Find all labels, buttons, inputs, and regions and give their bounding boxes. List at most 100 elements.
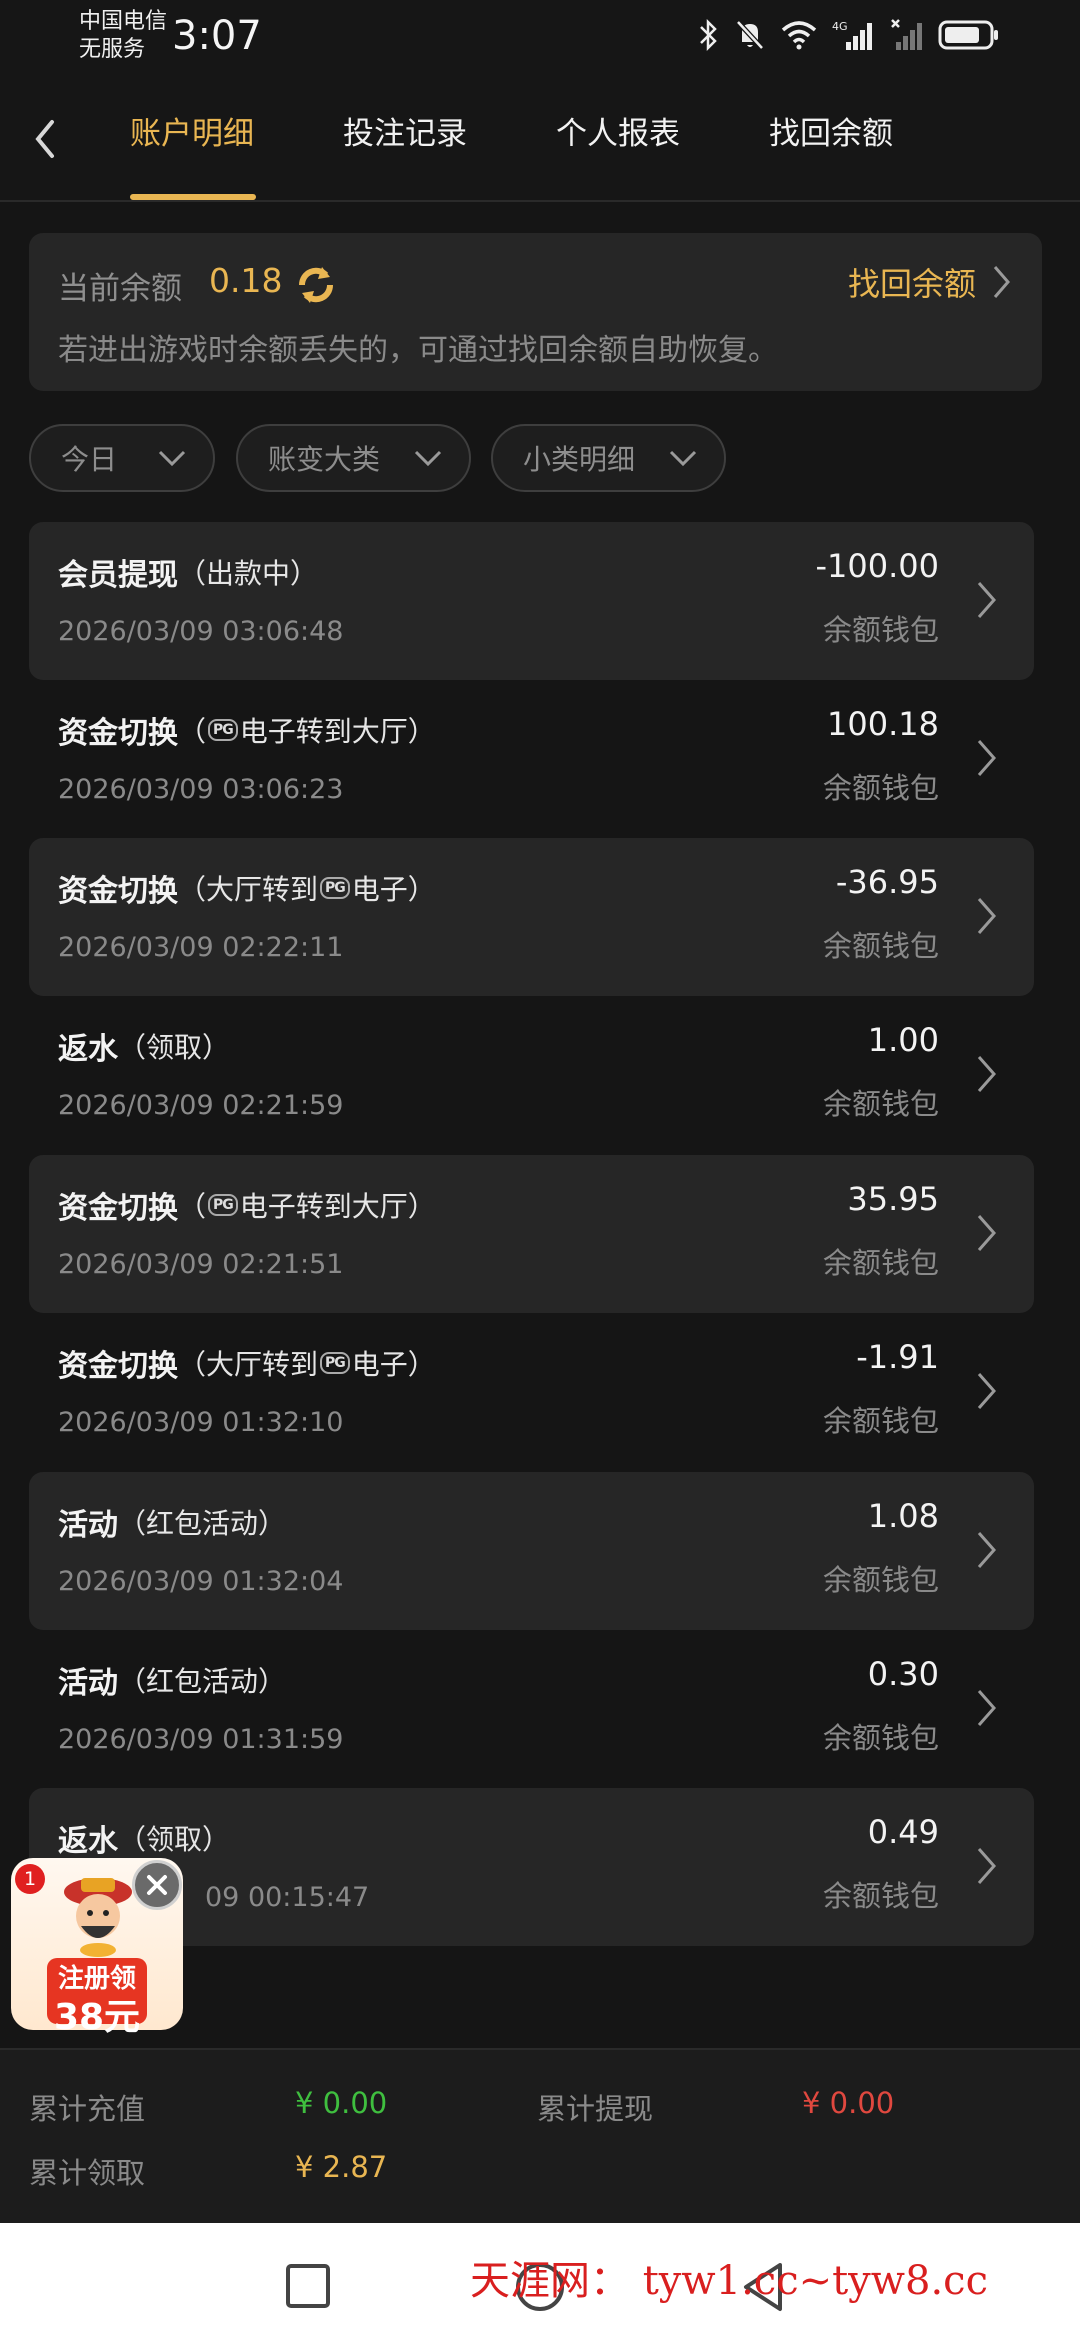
service-status: 无服务 (79, 37, 146, 62)
transaction-type: 资金切换 (58, 1349, 178, 1384)
transaction-title: 资金切换 （大厅转到 PG 电子） (58, 1341, 436, 1385)
transaction-time: 09 00:15:47 (205, 1882, 370, 1913)
subtype-prefix: （ (178, 715, 207, 748)
transaction-type: 资金切换 (58, 1191, 178, 1226)
transaction-row[interactable]: 会员提现 （出款中） 2026/03/09 03:06:48 -100.00 余… (29, 522, 1034, 680)
transaction-time: 2026/03/09 01:32:10 (58, 1407, 344, 1438)
transaction-subtype: （领取） (118, 1823, 231, 1856)
withdraw-total-label: 累计提现 (537, 2092, 654, 2126)
header-tabs: 账户明细 投注记录 个人报表 找回余额 (0, 80, 1080, 202)
claimed-total-label: 累计领取 (29, 2156, 146, 2190)
transaction-wallet: 余额钱包 (822, 613, 939, 647)
transaction-subtype: （PG 电子转到大厅） (178, 710, 436, 750)
tab-personal-report[interactable]: 个人报表 (556, 110, 680, 158)
transaction-subtype: （出款中） (178, 557, 319, 590)
transaction-wallet: 余额钱包 (822, 1404, 939, 1438)
transaction-title: 资金切换 （PG 电子转到大厅） (58, 1183, 436, 1227)
transaction-type: 资金切换 (58, 716, 178, 751)
transaction-row[interactable]: 资金切换 （大厅转到 PG 电子） 2026/03/09 02:22:11 -36.… (29, 838, 1034, 996)
chevron-right-icon (977, 1215, 997, 1251)
transaction-amount: -1.91 (856, 1338, 939, 1376)
transaction-amount: 1.08 (867, 1497, 939, 1535)
transaction-row[interactable]: 资金切换 （PG 电子转到大厅） 2026/03/09 02:21:51 35.9… (29, 1155, 1034, 1313)
recharge-total-value: ¥ 0.00 (295, 2086, 388, 2120)
transaction-row[interactable]: 资金切换 （大厅转到 PG 电子） 2026/03/09 01:32:10 -1.9… (29, 1313, 1034, 1471)
transaction-wallet: 余额钱包 (822, 1246, 939, 1280)
transaction-row[interactable]: 资金切换 （PG 电子转到大厅） 2026/03/09 03:06:23 100.… (29, 680, 1034, 838)
subtype-prefix: （ (178, 1190, 207, 1223)
transaction-type: 活动 (58, 1508, 118, 1543)
transaction-wallet: 余额钱包 (822, 929, 939, 963)
chevron-down-icon (414, 450, 442, 467)
refresh-icon[interactable] (292, 261, 340, 309)
filter-subcategory[interactable]: 小类明细 (491, 424, 726, 492)
active-tab-indicator (130, 194, 256, 200)
recharge-total-label: 累计充值 (29, 2092, 146, 2126)
transaction-wallet: 余额钱包 (822, 771, 939, 805)
balance-value: 0.18 (209, 261, 283, 300)
pg-logo-icon: PG (208, 1194, 238, 1216)
promo-close-button[interactable] (132, 1860, 182, 1910)
chevron-right-icon (977, 1532, 997, 1568)
withdraw-total-value: ¥ 0.00 (802, 2086, 895, 2120)
transaction-time: 2026/03/09 02:21:51 (58, 1249, 344, 1280)
chevron-right-icon (977, 1056, 997, 1092)
watermark: 天涯网： tyw1.cc~tyw8.cc (470, 2258, 988, 2304)
chevron-right-icon (977, 1373, 997, 1409)
transaction-row[interactable]: 活动 （红包活动） 2026/03/09 01:31:59 0.30 余额钱包 (29, 1630, 1034, 1788)
balance-card: 当前余额 0.18 找回余额 若进出游戏时余额丢失的，可通过找回余额自助恢复。 (29, 233, 1042, 391)
recover-balance-link[interactable]: 找回余额 (848, 259, 1012, 305)
chevron-right-icon (977, 740, 997, 776)
balance-label: 当前余额 (58, 271, 182, 307)
subtype-suffix: 电子转到大厅） (239, 715, 436, 748)
filter-date-label: 今日 (61, 443, 118, 476)
transaction-amount: -36.95 (835, 863, 939, 901)
transaction-type: 活动 (58, 1666, 118, 1701)
transaction-title: 活动 （红包活动） (58, 1500, 286, 1544)
transaction-subtype: （红包活动） (118, 1507, 287, 1540)
transaction-row[interactable]: 活动 （红包活动） 2026/03/09 01:32:04 1.08 余额钱包 (29, 1472, 1034, 1630)
transaction-title: 返水 （领取） (58, 1816, 230, 1860)
balance-hint: 若进出游戏时余额丢失的，可通过找回余额自助恢复。 (58, 333, 778, 368)
network-type: 4G (832, 20, 848, 33)
cellular-no-signal-icon (891, 19, 922, 50)
battery-icon (938, 20, 998, 50)
pg-logo-icon: PG (208, 719, 238, 741)
subtype-suffix: 电子转到大厅） (239, 1190, 436, 1223)
back-icon[interactable] (26, 114, 66, 164)
transaction-time: 2026/03/09 02:22:11 (58, 932, 344, 963)
subtype-suffix: 电子） (351, 873, 436, 906)
status-icons: 4G (698, 18, 1000, 52)
chevron-down-icon (669, 450, 697, 467)
pg-logo-icon: PG (320, 1352, 350, 1374)
transaction-type: 返水 (58, 1032, 118, 1067)
transaction-subtype: （大厅转到 PG 电子） (178, 1343, 436, 1383)
notification-badge: 1 (15, 1864, 45, 1894)
transaction-title: 会员提现 （出款中） (58, 550, 318, 594)
mute-bell-icon (736, 20, 764, 50)
carrier-info: 中国电信 无服务 (79, 8, 167, 64)
tab-account-details[interactable]: 账户明细 (130, 110, 254, 158)
filter-category-label: 账变大类 (268, 443, 381, 476)
tab-recover-balance[interactable]: 找回余额 (769, 110, 893, 158)
status-bar: 中国电信 无服务 3:07 4G (0, 0, 1080, 80)
tab-bet-records[interactable]: 投注记录 (343, 110, 467, 158)
transaction-wallet: 余额钱包 (822, 1879, 939, 1913)
transaction-wallet: 余额钱包 (822, 1087, 939, 1121)
cellular-4g-icon: 4G (832, 20, 872, 50)
transaction-amount: -100.00 (815, 547, 939, 585)
transaction-wallet: 余额钱包 (822, 1563, 939, 1597)
chevron-down-icon (158, 450, 186, 467)
summary-panel: 累计充值 ¥ 0.00 累计提现 ¥ 0.00 累计领取 ¥ 2.87 (0, 2048, 1080, 2223)
chevron-right-icon (977, 1848, 997, 1884)
wifi-icon (781, 21, 817, 50)
recent-apps-button[interactable] (285, 2263, 331, 2309)
filter-date[interactable]: 今日 (29, 424, 215, 492)
chevron-right-icon (977, 582, 997, 618)
transaction-title: 活动 （红包活动） (58, 1658, 286, 1702)
transaction-row[interactable]: 返水 （领取） 2026/03/09 02:21:59 1.00 余额钱包 (29, 996, 1034, 1154)
claimed-total-value: ¥ 2.87 (295, 2150, 388, 2184)
filter-category[interactable]: 账变大类 (236, 424, 471, 492)
fortune-god-icon (64, 1878, 132, 1957)
transaction-amount: 1.00 (867, 1021, 939, 1059)
